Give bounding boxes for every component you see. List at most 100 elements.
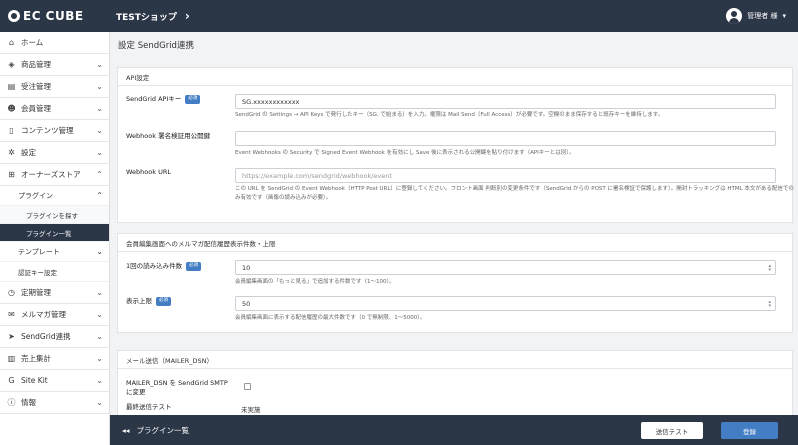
cube-icon: ◈	[8, 60, 15, 69]
load-count-value: 10	[242, 263, 251, 272]
sidebar-item-label: 定期管理	[21, 288, 51, 297]
sidebar-item-label: 商品管理	[21, 60, 51, 69]
sidebar-item-cube[interactable]: ◈ 商品管理 ⌄	[0, 54, 109, 76]
file-icon: ▯	[9, 126, 14, 135]
home-icon: ⌂	[8, 38, 15, 47]
card-heading: API設定	[118, 68, 792, 86]
sidebar-item-label: オーナーズストア	[21, 170, 81, 179]
chevron-up-icon: ⌃	[96, 170, 103, 179]
chevron-down-icon: ⌄	[96, 104, 103, 113]
dsn-checkbox[interactable]	[244, 383, 251, 390]
sidebar-item-users[interactable]: ☻ 会員管理 ⌄	[0, 98, 109, 120]
user-menu[interactable]: 管理者 様 ▾	[726, 8, 786, 24]
sidebar-item-gear[interactable]: ✲ 設定 ⌄	[0, 142, 109, 164]
webhook-url-input[interactable]: https://example.com/sendgrid/webhook/eve…	[235, 168, 776, 183]
sidebar-item-google[interactable]: G Site Kit ⌄	[0, 370, 109, 392]
back-label: プラグイン一覧	[136, 425, 190, 435]
chevron-down-icon: ⌄	[96, 126, 103, 135]
max-display-value: 50	[242, 299, 251, 308]
api-settings-card: API設定 SendGrid APIキー 必須 SG.xxxxxxxxxxxx …	[117, 67, 794, 223]
sidebar-item-home[interactable]: ⌂ ホーム	[0, 32, 109, 54]
sidebar-item-file[interactable]: ▯ コンテンツ管理 ⌄	[0, 120, 109, 142]
shop-link[interactable]: TESTショップ ›	[116, 9, 190, 23]
chevron-down-icon: ⌄	[96, 398, 103, 407]
stepper-arrows-icon[interactable]: ▴ ▾	[768, 263, 771, 272]
sidebar-item-store[interactable]: ⊞ オーナーズストア ⌃	[0, 164, 109, 186]
webhook-key-help: Event Webhooks の Security で Signed Event…	[235, 150, 575, 156]
webhook-key-label: Webhook 署名検証用公開鍵	[126, 132, 211, 140]
required-badge: 必須	[185, 95, 201, 104]
sidebar-item-label: 会員管理	[21, 104, 51, 113]
sidebar-item-plugin-search[interactable]: プラグインを探す	[0, 206, 109, 224]
chevron-down-icon: ⌄	[96, 82, 103, 91]
apikey-help: SendGrid の Settings → API Keys で発行したキー（S…	[235, 112, 664, 118]
webhook-url-label: Webhook URL	[126, 168, 171, 176]
google-icon: G	[8, 376, 15, 385]
user-avatar-icon	[726, 8, 743, 24]
label-text: 1回の読み込み件数	[126, 262, 183, 270]
sidebar-item-plugin[interactable]: プラグイン ⌃	[0, 186, 109, 206]
shop-name: TESTショップ	[116, 12, 177, 23]
ec-cube-logo[interactable]: EC CUBE	[0, 9, 110, 23]
sidebar-item-chart[interactable]: ▥ 売上集計 ⌄	[0, 348, 109, 370]
sidebar-item-auth-key[interactable]: 認証キー設定	[0, 262, 109, 282]
chevron-down-icon: ⌄	[96, 247, 103, 256]
sidebar-item-label: メルマガ管理	[21, 310, 66, 319]
sidebar-item-label: ホーム	[21, 38, 44, 47]
chevron-down-icon: ⌄	[96, 310, 103, 319]
back-to-plugin-list-link[interactable]: ◂◂ プラグイン一覧	[122, 425, 189, 436]
chart-icon: ▥	[7, 354, 16, 363]
card-heading: メール送信（MAILER_DSN）	[118, 351, 792, 369]
load-count-input[interactable]: 10 ▴ ▾	[235, 260, 776, 275]
load-count-help: 会員編集画面の「もっと見る」で追加する件数です（1〜100）。	[235, 279, 395, 285]
max-display-help: 会員編集画面に表示する配信履歴の最大件数です（0 で無制限、1〜5000）。	[235, 315, 426, 321]
sidebar-item-label: テンプレート	[18, 247, 60, 256]
dsn-label: MAILER_DSN を SendGrid SMTP に変更	[126, 379, 228, 397]
apikey-input[interactable]: SG.xxxxxxxxxxxx	[235, 94, 776, 109]
sidebar-item-clock[interactable]: ◷ 定期管理 ⌄	[0, 282, 109, 304]
sidebar-item-info[interactable]: ⓘ 情報 ⌄	[0, 392, 109, 414]
stepper-arrows-icon[interactable]: ▴ ▾	[768, 299, 771, 308]
sidebar-item-label: コンテンツ管理	[21, 126, 74, 135]
sidebar-item-plugin-list[interactable]: プラグイン一覧	[0, 224, 109, 242]
last-test-value: 未実施	[241, 406, 261, 414]
chevron-up-icon: ⌃	[96, 191, 103, 200]
label-text: 表示上限	[126, 297, 152, 305]
required-badge: 必須	[186, 262, 202, 271]
send-test-button[interactable]: 送信テスト	[641, 422, 703, 439]
max-display-input[interactable]: 50 ▴ ▾	[235, 296, 776, 311]
sidebar-item-label: 受注管理	[21, 82, 51, 91]
chevron-down-icon: ⌄	[96, 288, 103, 297]
sidebar-item-label: SendGrid連携	[21, 332, 71, 341]
double-chevron-left-icon: ◂◂	[122, 425, 130, 435]
chevron-right-icon: ›	[184, 9, 190, 23]
user-name: 管理者 様	[747, 12, 778, 20]
logo-text: EC CUBE	[23, 9, 84, 23]
chevron-down-icon: ⌄	[96, 332, 103, 341]
top-bar: EC CUBE TESTショップ › 管理者 様 ▾	[0, 0, 798, 32]
sidebar-item-cart[interactable]: ▤ 受注管理 ⌄	[0, 76, 109, 98]
chevron-down-icon: ⌄	[96, 376, 103, 385]
max-display-label: 表示上限 必須	[126, 297, 231, 306]
chevron-down-icon: ▾	[782, 12, 786, 20]
chevron-down-icon: ⌄	[96, 148, 103, 157]
sidebar-item-label: Site Kit	[21, 376, 48, 385]
sidebar-item-label: プラグイン	[18, 191, 53, 200]
required-badge: 必須	[156, 297, 171, 306]
main-content: 設定 SendGrid連携 API設定 SendGrid APIキー 必須 SG…	[110, 32, 798, 445]
members-card: 会員編集画面へのメルマガ配信履歴表示件数・上限 1回の読み込み件数 必須 10 …	[117, 233, 793, 333]
users-icon: ☻	[7, 104, 16, 113]
logo-icon	[8, 10, 20, 22]
sidebar-item-template[interactable]: テンプレート ⌄	[0, 242, 109, 262]
label-text: SendGrid APIキー	[126, 95, 182, 103]
sidebar-item-mail[interactable]: ✉ メルマガ管理 ⌄	[0, 304, 109, 326]
chevron-down-icon: ⌄	[96, 60, 103, 69]
sidebar-item-send[interactable]: ➤ SendGrid連携 ⌄	[0, 326, 109, 348]
info-icon: ⓘ	[7, 398, 16, 407]
save-button[interactable]: 登録	[721, 422, 778, 439]
webhook-key-input[interactable]	[235, 131, 776, 146]
apikey-label: SendGrid APIキー 必須	[126, 95, 231, 104]
send-icon: ➤	[8, 332, 15, 341]
sidebar-item-label: 売上集計	[21, 354, 51, 363]
last-test-label: 最終送信テスト	[126, 403, 172, 411]
